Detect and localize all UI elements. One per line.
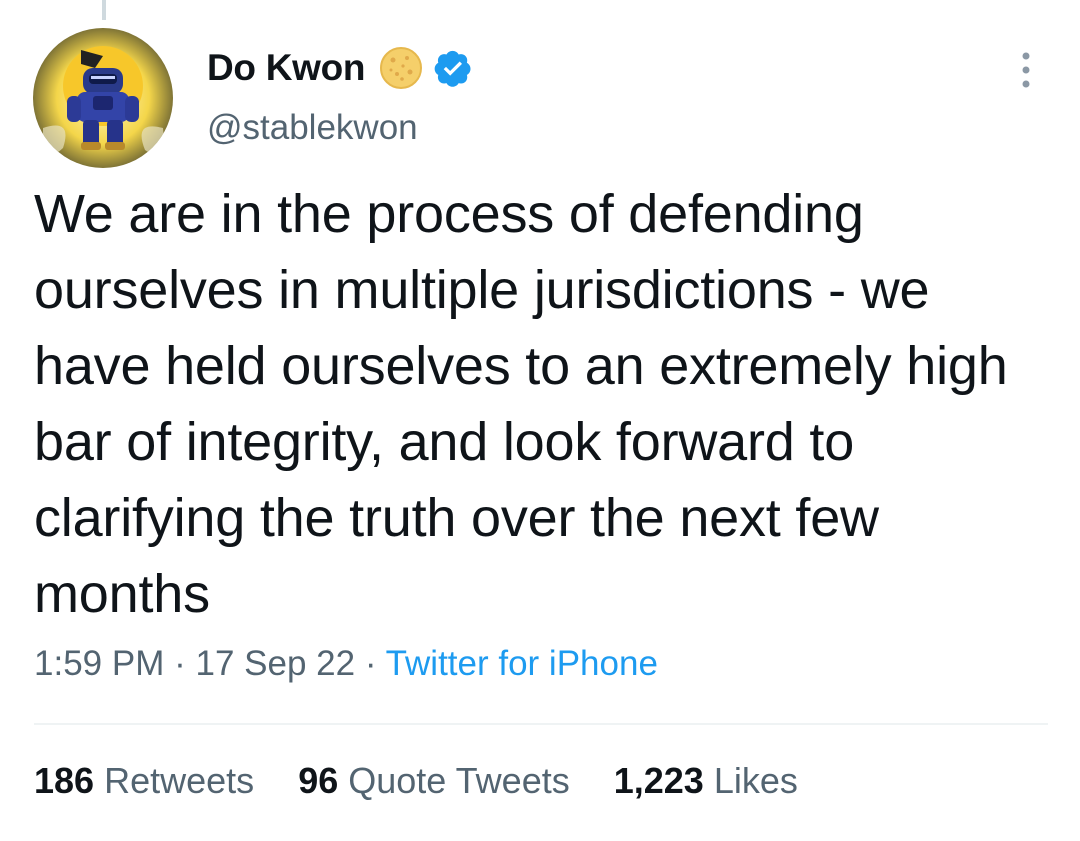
tweet-date[interactable]: 17 Sep 22 <box>195 644 355 683</box>
tweet-text: We are in the process of defending ourse… <box>34 184 1023 624</box>
likes-stat[interactable]: 1,223 Likes <box>614 760 798 801</box>
retweets-label: Retweets <box>104 760 255 801</box>
tweet-time[interactable]: 1:59 PM <box>34 644 164 683</box>
retweets-stat[interactable]: 186 Retweets <box>34 760 254 801</box>
likes-label: Likes <box>713 760 798 801</box>
verified-badge-icon <box>433 48 473 88</box>
thread-connector-line <box>102 0 106 20</box>
more-options-icon[interactable] <box>1012 48 1040 92</box>
meta-separator: · <box>364 644 377 683</box>
retweets-count: 186 <box>34 760 95 801</box>
author-display-name[interactable]: Do Kwon <box>207 47 366 89</box>
robot-avatar-icon <box>33 28 173 168</box>
meta-separator: · <box>174 644 186 683</box>
cookie-emoji-icon <box>379 46 423 90</box>
divider <box>34 723 1048 725</box>
tweet-stats: 186 Retweets 96 Quote Tweets 1,223 Likes <box>34 760 832 802</box>
tweet-meta: 1:59 PM · 17 Sep 22 · Twitter for iPhone <box>34 644 658 684</box>
quote-tweets-stat[interactable]: 96 Quote Tweets <box>298 760 570 801</box>
avatar[interactable] <box>33 28 173 168</box>
author-name-row: Do Kwon <box>207 44 473 92</box>
likes-count: 1,223 <box>613 760 704 801</box>
quote-tweets-label: Quote Tweets <box>348 760 570 801</box>
tweet-source-link[interactable]: Twitter for iPhone <box>386 644 658 683</box>
author-handle[interactable]: @stablekwon <box>207 108 418 148</box>
quote-tweets-count: 96 <box>298 760 339 801</box>
